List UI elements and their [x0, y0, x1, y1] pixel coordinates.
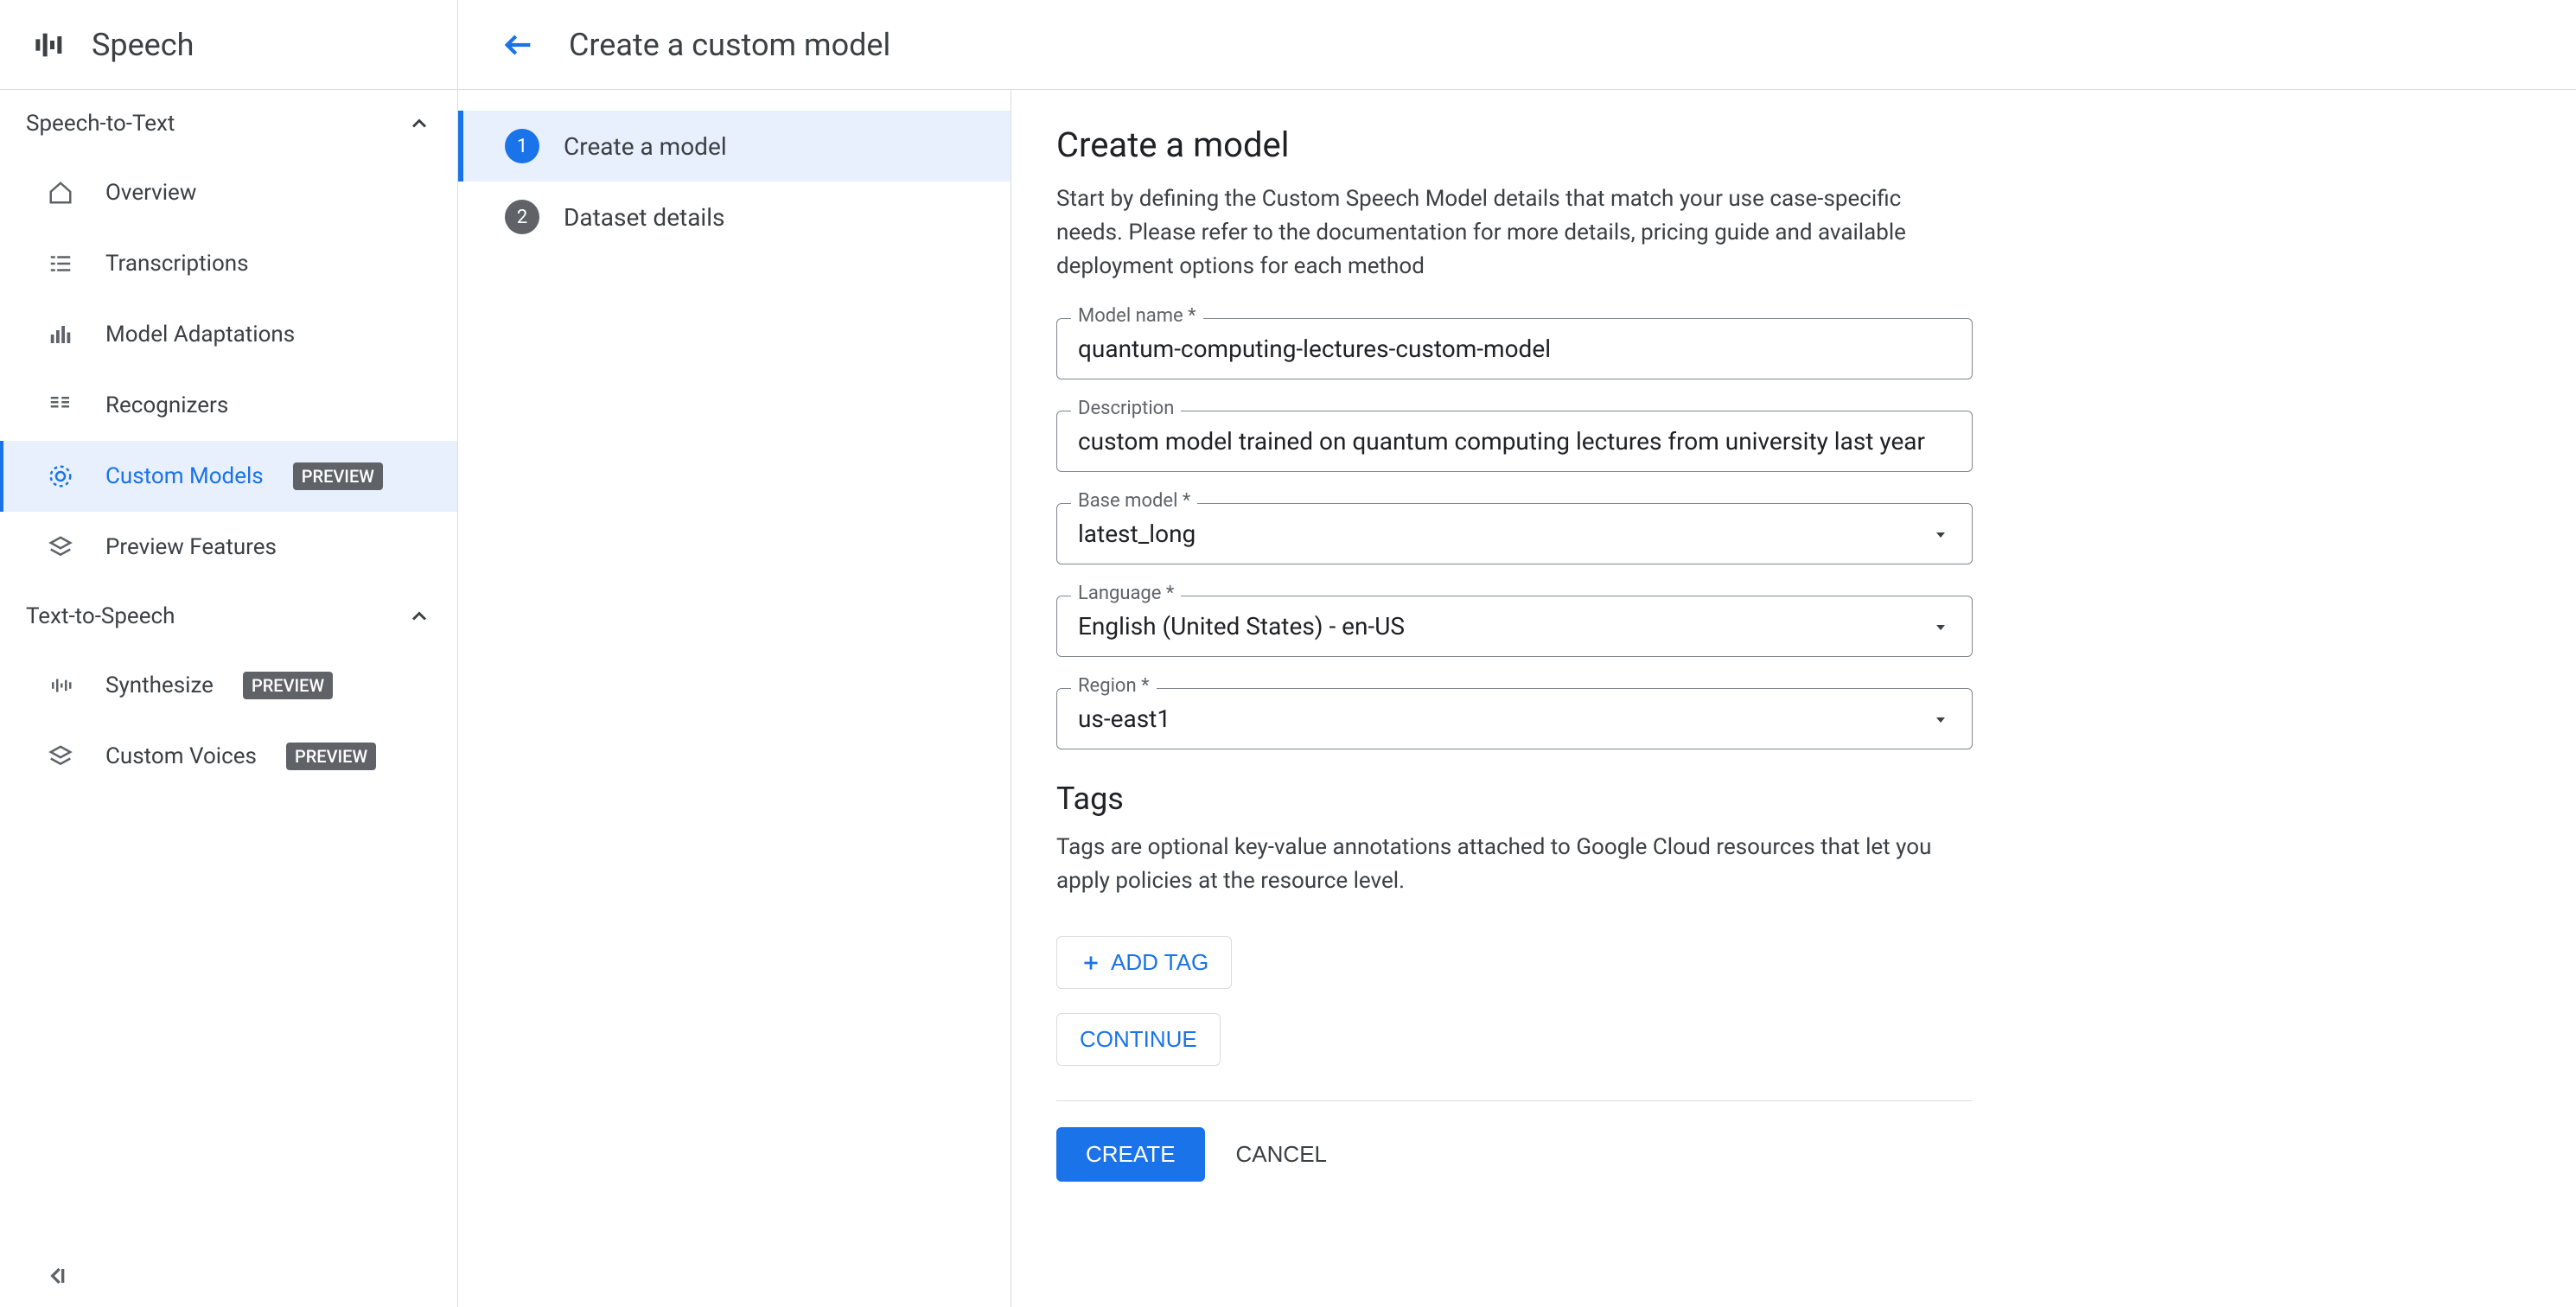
stepper: 1 Create a model 2 Dataset details	[458, 90, 1011, 1307]
sidebar-item-overview[interactable]: Overview	[0, 157, 457, 228]
collapse-sidebar-button[interactable]	[43, 1262, 71, 1290]
form-description: Start by defining the Custom Speech Mode…	[1056, 182, 1973, 284]
preview-badge: PREVIEW	[293, 462, 383, 490]
region-value: us-east1	[1078, 705, 1930, 733]
back-button[interactable]	[493, 19, 545, 71]
step-dataset-details[interactable]: 2 Dataset details	[458, 182, 1011, 252]
stack-icon	[45, 534, 76, 560]
sidebar-item-preview-features[interactable]: Preview Features	[0, 512, 457, 583]
field-label: Base model *	[1071, 490, 1197, 512]
speech-logo-icon	[33, 28, 67, 62]
add-tag-button[interactable]: ADD TAG	[1056, 936, 1232, 989]
preview-badge: PREVIEW	[286, 743, 376, 770]
sidebar-item-recognizers[interactable]: Recognizers	[0, 370, 457, 441]
field-label: Model name *	[1071, 305, 1203, 327]
synthesize-icon	[45, 673, 76, 698]
chevron-up-icon	[407, 112, 431, 136]
tags-section: Tags Tags are optional key-value annotat…	[1056, 781, 1973, 1066]
field-label: Description	[1071, 398, 1181, 419]
sidebar-item-custom-models[interactable]: Custom Models PREVIEW	[0, 441, 457, 512]
step-create-model[interactable]: 1 Create a model	[458, 111, 1011, 182]
language-value: English (United States) - en-US	[1078, 612, 1930, 641]
main-header: Create a custom model	[458, 0, 2576, 90]
model-name-input[interactable]	[1078, 335, 1951, 363]
sidebar-item-label: Synthesize	[105, 673, 214, 698]
stack-icon	[45, 743, 76, 769]
step-label: Dataset details	[564, 203, 725, 232]
step-number: 1	[505, 129, 539, 163]
dropdown-icon	[1930, 709, 1951, 730]
cancel-button[interactable]: CANCEL	[1236, 1141, 1327, 1168]
dropdown-icon	[1930, 616, 1951, 637]
main: Create a custom model 1 Create a model 2…	[458, 0, 2576, 1307]
transcriptions-icon	[45, 251, 76, 277]
sidebar-item-label: Preview Features	[105, 534, 277, 560]
sidebar-item-label: Overview	[105, 180, 196, 206]
sidebar-item-label: Model Adaptations	[105, 322, 295, 347]
section-items-tts: Synthesize PREVIEW Custom Voices PREVIEW	[0, 650, 457, 792]
field-region[interactable]: Region * us-east1	[1056, 688, 1973, 749]
continue-label: CONTINUE	[1080, 1026, 1197, 1053]
section-items-stt: Overview Transcriptions Model Adaptation…	[0, 157, 457, 583]
product-title: Speech	[92, 27, 194, 63]
plus-icon	[1080, 952, 1102, 974]
description-input[interactable]	[1078, 427, 1951, 456]
field-label: Language *	[1071, 583, 1181, 604]
field-language[interactable]: Language * English (United States) - en-…	[1056, 596, 1973, 657]
sidebar-item-transcriptions[interactable]: Transcriptions	[0, 228, 457, 299]
preview-badge: PREVIEW	[243, 672, 333, 699]
section-header-stt[interactable]: Speech-to-Text	[0, 90, 457, 157]
tags-description: Tags are optional key-value annotations …	[1056, 831, 1973, 898]
tags-heading: Tags	[1056, 781, 1973, 817]
adaptations-icon	[45, 322, 76, 347]
page-title: Create a custom model	[569, 27, 890, 63]
base-model-value: latest_long	[1078, 520, 1930, 548]
form-area: Create a model Start by defining the Cus…	[1011, 90, 2576, 1307]
sidebar-item-label: Custom Voices	[105, 743, 257, 769]
continue-button[interactable]: CONTINUE	[1056, 1013, 1221, 1066]
field-model-name[interactable]: Model name *	[1056, 318, 1973, 379]
chevron-up-icon	[407, 604, 431, 628]
field-label: Region *	[1071, 675, 1157, 697]
dropdown-icon	[1930, 524, 1951, 545]
sidebar: Speech Speech-to-Text Overview Transcrip…	[0, 0, 458, 1307]
custom-model-icon	[45, 463, 76, 489]
section-title: Text-to-Speech	[26, 603, 175, 629]
step-number: 2	[505, 200, 539, 234]
add-tag-label: ADD TAG	[1111, 949, 1208, 976]
sidebar-item-label: Transcriptions	[105, 251, 249, 277]
sidebar-header: Speech	[0, 0, 457, 90]
step-label: Create a model	[564, 132, 727, 161]
sidebar-item-synthesize[interactable]: Synthesize PREVIEW	[0, 650, 457, 721]
recognizers-icon	[45, 392, 76, 418]
sidebar-item-adaptations[interactable]: Model Adaptations	[0, 299, 457, 370]
sidebar-item-label: Custom Models	[105, 463, 264, 489]
field-base-model[interactable]: Base model * latest_long	[1056, 503, 1973, 564]
section-header-tts[interactable]: Text-to-Speech	[0, 583, 457, 650]
create-button[interactable]: CREATE	[1056, 1127, 1205, 1182]
section-title: Speech-to-Text	[26, 111, 175, 137]
sidebar-item-custom-voices[interactable]: Custom Voices PREVIEW	[0, 721, 457, 792]
sidebar-item-label: Recognizers	[105, 392, 228, 418]
home-icon	[45, 180, 76, 206]
form-footer: CREATE CANCEL	[1056, 1100, 1973, 1182]
field-description[interactable]: Description	[1056, 411, 1973, 472]
form-heading: Create a model	[1056, 124, 1973, 165]
